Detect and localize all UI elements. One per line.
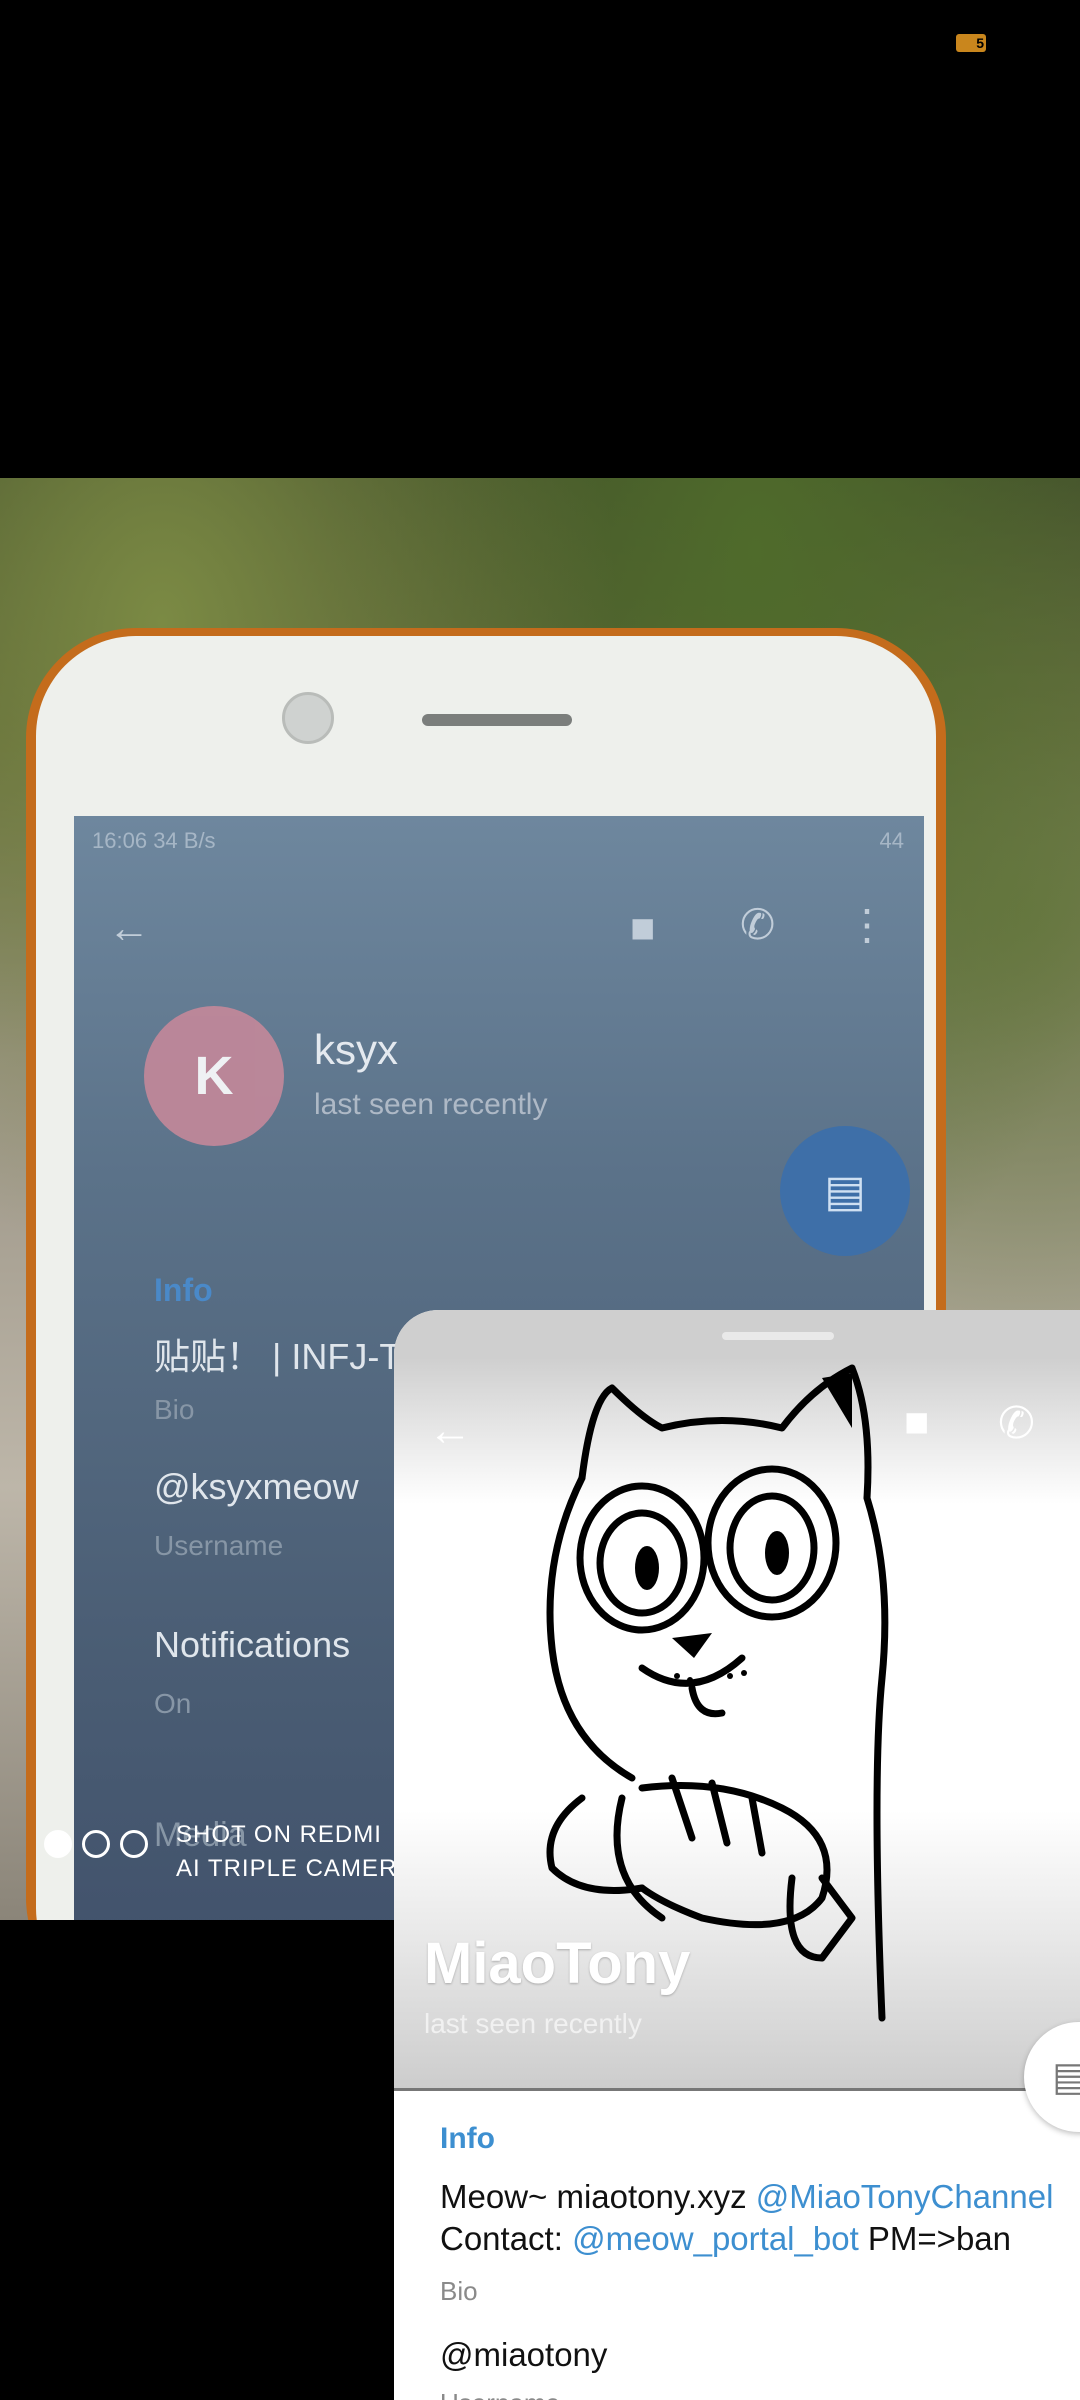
inner-username-value: @ksyxmeow	[154, 1466, 359, 1507]
inner-bio-label: Bio	[154, 1394, 195, 1425]
inner-status-time: 16:06	[92, 828, 148, 853]
front-camera	[282, 692, 334, 744]
earpiece-speaker	[422, 714, 572, 726]
inner-message-icon: ▤	[780, 1126, 910, 1256]
watermark-line-2: AI TRIPLE CAMERA	[176, 1855, 415, 1882]
inner-battery-level: 44	[879, 828, 904, 853]
channel-link[interactable]: @MiaoTonyChannel	[756, 2178, 1054, 2215]
bot-link[interactable]: @meow_portal_bot	[572, 2220, 859, 2257]
camera-watermark: SHOT ON REDMI AI TRIPLE CAMERA	[176, 1818, 414, 1886]
battery-indicator: 5	[956, 34, 986, 52]
username-label: Username	[440, 2388, 560, 2400]
watermark-line-1: SHOT ON REDMI	[176, 1821, 382, 1848]
inner-notifications-label: Notifications	[154, 1624, 351, 1665]
inner-info-heading: Info	[154, 1272, 213, 1308]
back-arrow-icon[interactable]: ←	[428, 1406, 472, 1456]
inner-name: ksyx	[314, 1026, 398, 1073]
profile-header: ← ■ ✆ MiaoTony last seen recently	[394, 1358, 1080, 2088]
inner-status-speed: 34 B/s	[153, 828, 216, 853]
phone-call-icon[interactable]: ✆	[998, 1398, 1035, 1449]
inner-last-seen: last seen recently	[314, 1088, 548, 1121]
inner-notifications-value: On	[154, 1688, 192, 1719]
inner-back-icon: ←	[108, 904, 150, 951]
profile-name: MiaoTony	[424, 1931, 691, 1996]
video-call-icon[interactable]: ■	[904, 1398, 929, 1446]
inner-bio-value: 贴贴！ | INFJ-T	[154, 1336, 402, 1377]
inner-phone-icon: ✆	[740, 901, 776, 948]
inner-username-label: Username	[154, 1530, 284, 1561]
inner-video-icon: ■	[630, 904, 656, 951]
header-divider	[394, 2088, 1080, 2091]
username-value[interactable]: @miaotony	[440, 2336, 607, 2374]
battery-level: 5	[976, 35, 984, 51]
info-heading: Info	[440, 2122, 495, 2155]
inner-more-icon: ⋮	[846, 901, 888, 948]
profile-sheet[interactable]: ← ■ ✆ MiaoTony last seen recently ▤ Info…	[394, 1310, 1080, 2400]
bio-value: Meow~ miaotony.xyz @MiaoTonyChannel Cont…	[440, 2178, 1054, 2257]
bio-label: Bio	[440, 2276, 478, 2306]
inner-avatar: K	[144, 1006, 284, 1146]
profile-last-seen: last seen recently	[424, 2008, 642, 2039]
drag-handle[interactable]	[722, 1332, 834, 1340]
watermark-logo	[44, 1830, 148, 1858]
